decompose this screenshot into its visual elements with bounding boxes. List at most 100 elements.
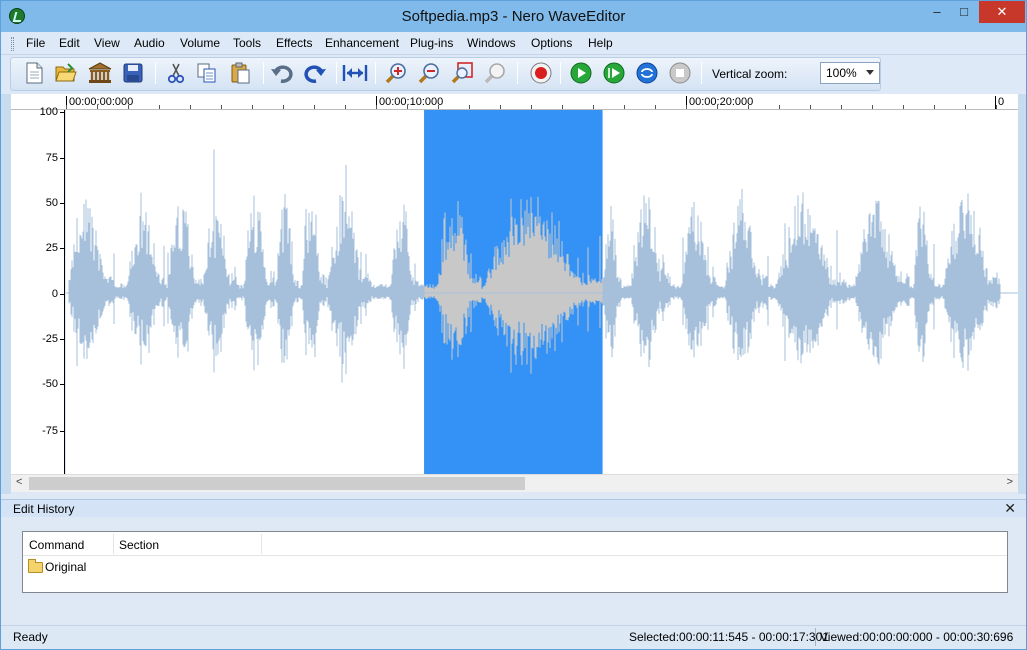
- y-tick: [60, 384, 64, 385]
- cut-icon[interactable]: [163, 61, 189, 85]
- ruler-minor-tick: [655, 105, 656, 109]
- ruler-minor-tick: [562, 105, 563, 109]
- column-divider[interactable]: [113, 534, 114, 554]
- toolbar-separator: [375, 62, 376, 84]
- status-bar: Ready Selected:00:00:11:545 - 00:00:17:3…: [1, 625, 1026, 649]
- main-window: Softpedia.mp3 - Nero WaveEditor – □ ✕ Fi…: [0, 0, 1027, 650]
- column-divider[interactable]: [261, 534, 262, 554]
- play-selection-icon[interactable]: [601, 61, 627, 85]
- title-bar[interactable]: Softpedia.mp3 - Nero WaveEditor – □ ✕: [1, 1, 1026, 32]
- history-header-row: Command Section: [23, 532, 1007, 556]
- play-icon[interactable]: [568, 61, 594, 85]
- folder-icon: [28, 558, 43, 573]
- y-label-0: 0: [51, 288, 58, 300]
- scroll-left-icon[interactable]: <: [16, 476, 22, 488]
- ruler-minor-tick: [686, 105, 687, 109]
- ruler-minor-tick: [624, 105, 625, 109]
- menu-view[interactable]: View: [94, 36, 120, 50]
- chevron-down-icon: [866, 70, 874, 75]
- left-edge: [1, 94, 11, 494]
- ruler-minor-tick: [469, 105, 470, 109]
- ruler-minor-tick: [748, 105, 749, 109]
- new-file-icon[interactable]: [21, 61, 47, 85]
- status-ready: Ready: [13, 630, 48, 644]
- y-tick: [60, 431, 64, 432]
- ruler-minor-tick: [407, 105, 408, 109]
- status-divider: [815, 628, 816, 646]
- zoom-out-icon[interactable]: [416, 61, 442, 85]
- ruler-minor-tick: [779, 105, 780, 109]
- library-icon[interactable]: [87, 61, 113, 85]
- close-button[interactable]: ✕: [979, 1, 1025, 23]
- list-item[interactable]: Original: [28, 558, 87, 574]
- ruler-minor-tick: [283, 105, 284, 109]
- time-ruler[interactable]: 00:00:00:000 00:00:10:000 00:00:20:000 0: [11, 94, 1018, 110]
- toolbar-separator: [560, 62, 561, 84]
- y-tick: [60, 112, 64, 113]
- edit-history-list[interactable]: Command Section Original: [22, 531, 1008, 593]
- zoom-selection-icon[interactable]: [449, 61, 475, 85]
- right-edge: [1018, 94, 1026, 494]
- y-tick: [60, 294, 64, 295]
- open-folder-icon[interactable]: [53, 61, 79, 85]
- menu-enhancement[interactable]: Enhancement: [325, 36, 399, 50]
- zoom-in-icon[interactable]: [383, 61, 409, 85]
- menu-audio[interactable]: Audio: [134, 36, 165, 50]
- y-label-100: 100: [39, 106, 58, 118]
- y-label-minus-50: -50: [42, 378, 58, 390]
- ruler-minor-tick: [438, 105, 439, 109]
- ruler-label-30: 0: [998, 96, 1005, 108]
- menu-edit[interactable]: Edit: [59, 36, 80, 50]
- vertical-zoom-select[interactable]: 100%: [820, 62, 880, 84]
- menu-bar: File Edit View Audio Volume Tools Effect…: [1, 32, 1026, 55]
- undo-icon[interactable]: [269, 61, 295, 85]
- toolbar: Vertical zoom: 100%: [1, 56, 1026, 93]
- ruler-minor-tick: [903, 105, 904, 109]
- status-selected: Selected:00:00:11:545 - 00:00:17:301: [629, 630, 829, 644]
- minimize-button[interactable]: –: [924, 1, 950, 23]
- menu-options[interactable]: Options: [531, 36, 572, 50]
- ruler-minor-tick: [66, 105, 67, 109]
- y-tick: [60, 203, 64, 204]
- zoom-reset-icon[interactable]: [482, 61, 508, 85]
- ruler-label-20: 00:00:20:000: [689, 96, 754, 108]
- edit-history-close-button[interactable]: ✕: [1004, 500, 1016, 517]
- amplitude-axis: 100 75 50 25 0 -25 -50 -75: [11, 106, 65, 474]
- ruler-minor-tick: [345, 105, 346, 109]
- record-icon[interactable]: [528, 61, 554, 85]
- menu-effects[interactable]: Effects: [276, 36, 312, 50]
- scrollbar-thumb[interactable]: [29, 477, 525, 490]
- ruler-label-0: 00:00:00:000: [69, 96, 134, 108]
- y-label-75: 75: [45, 152, 58, 164]
- scroll-right-icon[interactable]: >: [1007, 476, 1013, 488]
- ruler-minor-tick: [810, 105, 811, 109]
- loop-icon[interactable]: [634, 61, 660, 85]
- column-command[interactable]: Command: [29, 538, 84, 552]
- menu-windows[interactable]: Windows: [467, 36, 516, 50]
- paste-icon[interactable]: [227, 61, 253, 85]
- menu-volume[interactable]: Volume: [180, 36, 220, 50]
- menu-grip[interactable]: [11, 37, 14, 51]
- menu-plugins[interactable]: Plug-ins: [410, 36, 453, 50]
- ruler-minor-tick: [500, 105, 501, 109]
- ruler-minor-tick: [97, 105, 98, 109]
- fit-width-icon[interactable]: [342, 61, 368, 85]
- y-tick: [60, 248, 64, 249]
- y-tick: [60, 158, 64, 159]
- menu-file[interactable]: File: [26, 36, 45, 50]
- stop-icon[interactable]: [667, 61, 693, 85]
- waveform-canvas[interactable]: [66, 110, 1018, 474]
- toolbar-separator: [155, 62, 156, 84]
- maximize-button[interactable]: □: [951, 1, 977, 23]
- copy-icon[interactable]: [194, 61, 220, 85]
- column-section[interactable]: Section: [119, 538, 159, 552]
- redo-icon[interactable]: [302, 61, 328, 85]
- ruler-minor-tick: [221, 105, 222, 109]
- ruler-minor-tick: [841, 105, 842, 109]
- menu-tools[interactable]: Tools: [233, 36, 261, 50]
- horizontal-scrollbar[interactable]: < >: [11, 474, 1018, 492]
- menu-help[interactable]: Help: [588, 36, 613, 50]
- y-label-minus-75: -75: [42, 425, 58, 437]
- history-command: Original: [45, 560, 87, 574]
- save-icon[interactable]: [120, 61, 146, 85]
